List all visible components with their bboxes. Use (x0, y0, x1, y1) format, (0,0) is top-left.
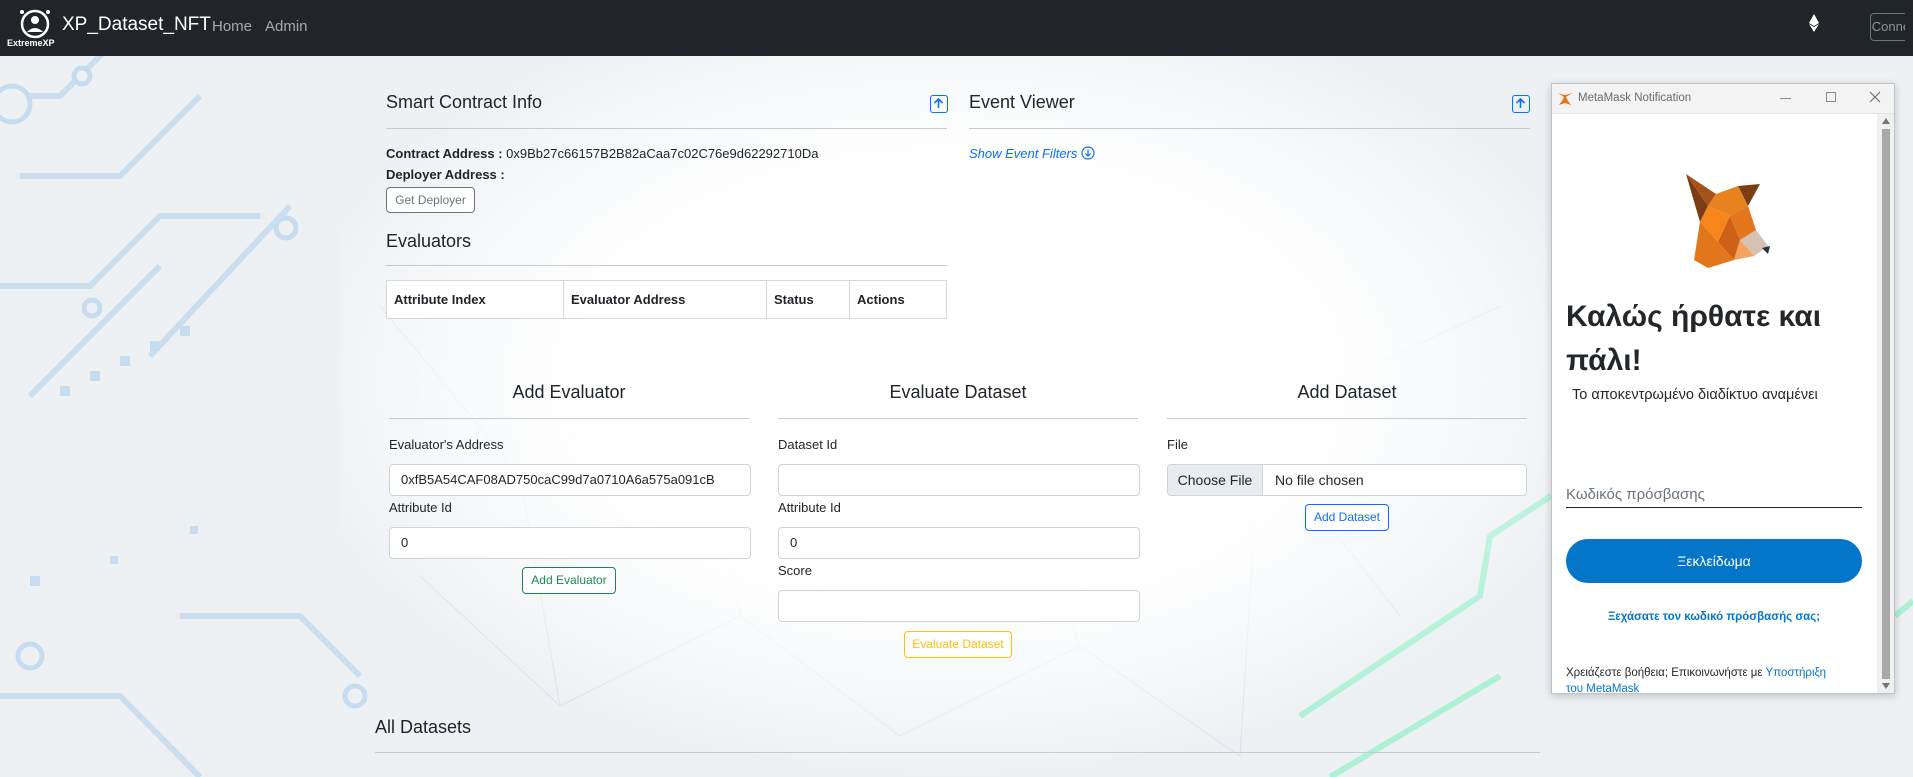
help-text: Χρειάζεστε βοήθεια; Επικοινωνήστε με Υπο… (1566, 665, 1866, 697)
dataset-id-input[interactable] (778, 464, 1140, 496)
maximize-icon[interactable] (1826, 92, 1836, 102)
smart-contract-info-title: Smart Contract Info (386, 92, 543, 112)
dataset-id-label: Dataset Id (778, 437, 838, 452)
navbar-brand[interactable]: XP_Dataset_NFT (62, 14, 211, 36)
window-title: MetaMask Notification (1578, 92, 1692, 104)
add-dataset-button[interactable]: Add Dataset (1305, 504, 1389, 531)
metamask-fox-icon (1558, 93, 1572, 105)
evaluator-address-input[interactable]: 0xfB5A54CAF08AD750caC99d7a0710A6a575a091… (389, 464, 751, 496)
metamask-fox-logo-icon (1686, 174, 1770, 268)
password-input[interactable]: Κωδικός πρόσβασης (1566, 482, 1862, 508)
nav-link-admin[interactable]: Admin (265, 18, 308, 35)
nav-link-home[interactable]: Home (212, 18, 252, 35)
metamask-support-link[interactable]: Υποστήριξη (1766, 667, 1827, 679)
attribute-id-label: Attribute Id (778, 500, 841, 515)
scroll-down-arrow-icon[interactable] (1882, 683, 1890, 689)
welcome-line-2: πάλι! (1566, 344, 1642, 377)
attribute-id-label: Attribute Id (389, 500, 452, 515)
show-event-filters-label: Show Event Filters (969, 146, 1078, 161)
collapse-contract-info-button[interactable] (930, 95, 948, 113)
unlock-button[interactable]: Ξεκλείδωμα (1566, 539, 1862, 583)
welcome-back-heading: Καλώς ήρθατε και πάλι! (1566, 295, 1821, 383)
metamask-support-link-continued[interactable]: του MetaMask (1566, 683, 1639, 695)
arrow-down-circle-icon (1081, 146, 1095, 160)
add-evaluator-title: Add Evaluator (512, 382, 626, 402)
forgot-password-link[interactable]: Ξεχάσατε τον κωδικό πρόσβασής σας; (1566, 611, 1862, 623)
add-dataset-title: Add Dataset (1297, 382, 1397, 402)
attribute-id-input[interactable]: 0 (389, 527, 751, 559)
column-header: Actions (849, 280, 947, 319)
help-text-label: Χρειάζεστε βοήθεια; Επικοινωνήστε με (1566, 667, 1766, 679)
divider (389, 418, 749, 419)
divider (386, 128, 947, 129)
scrollbar-thumb[interactable] (1882, 129, 1890, 679)
metamask-subtitle: Το αποκεντρωμένο διαδίκτυο αναμένει (1572, 387, 1818, 403)
add-evaluator-button[interactable]: Add Evaluator (522, 567, 616, 594)
show-event-filters-link[interactable]: Show Event Filters (969, 146, 1095, 161)
get-deployer-button[interactable]: Get Deployer (386, 187, 475, 213)
close-icon[interactable] (1869, 91, 1881, 103)
evaluators-title: Evaluators (386, 231, 472, 251)
event-viewer-title: Event Viewer (969, 92, 1075, 112)
arrow-up-icon (933, 97, 944, 108)
score-input[interactable] (778, 590, 1140, 622)
logo-text: ExtremeXP (7, 38, 55, 48)
arrow-up-icon (1515, 97, 1526, 108)
minimize-icon[interactable] (1780, 98, 1791, 99)
divider (1167, 418, 1527, 419)
file-label: File (1167, 437, 1188, 452)
deployer-address-label: Deployer Address : (386, 167, 505, 182)
no-file-chosen-text: No file chosen (1275, 472, 1364, 488)
divider (969, 128, 1530, 129)
ethereum-icon (1809, 14, 1819, 32)
connect-button[interactable]: Connect (1870, 13, 1905, 41)
welcome-line-1: Καλώς ήρθατε και (1566, 300, 1822, 333)
all-datasets-title: All Datasets (375, 717, 472, 737)
column-header: Attribute Index (386, 280, 564, 319)
top-navbar: ExtremeXP XP_Dataset_NFT Home Admin Conn… (0, 0, 1913, 56)
evaluate-dataset-button[interactable]: Evaluate Dataset (904, 631, 1012, 658)
attribute-id-input[interactable]: 0 (778, 527, 1140, 559)
scroll-up-arrow-icon[interactable] (1882, 118, 1890, 124)
contract-address-value: 0x9Bb27c66157B2B82aCaa7c02C76e9d62292710… (506, 146, 819, 161)
column-header: Evaluator Address (563, 280, 767, 319)
metamask-notification-window: MetaMask Notification Καλώς ήρθατε και π… (1551, 83, 1895, 697)
contract-address-label: Contract Address : (386, 146, 503, 161)
choose-file-button[interactable]: Choose File (1168, 465, 1263, 495)
evaluate-dataset-title: Evaluate Dataset (889, 382, 1027, 402)
evaluator-address-label: Evaluator's Address (389, 437, 504, 452)
divider (386, 265, 947, 266)
file-input[interactable]: Choose File No file chosen (1167, 464, 1527, 496)
collapse-event-viewer-button[interactable] (1512, 95, 1530, 113)
window-titlebar: MetaMask Notification (1552, 84, 1894, 114)
divider (778, 418, 1138, 419)
column-header: Status (766, 280, 850, 319)
evaluators-table: Attribute Index Evaluator Address Status… (386, 280, 947, 319)
contract-address-row: Contract Address : 0x9Bb27c66157B2B82aCa… (386, 146, 818, 161)
divider (375, 752, 1540, 753)
score-label: Score (778, 563, 812, 578)
